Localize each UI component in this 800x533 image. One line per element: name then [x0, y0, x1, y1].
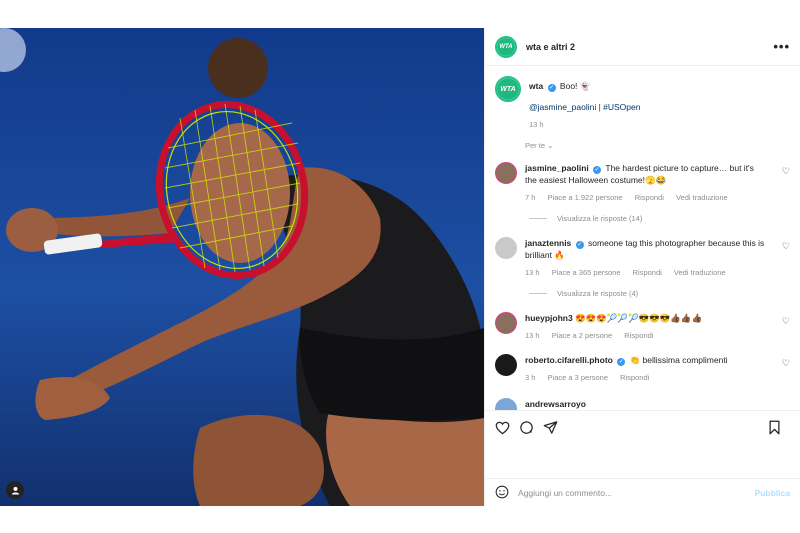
comment-meta: 7 h Piace a 1.922 persone Rispondi Vedi … — [525, 192, 765, 204]
comment-time: 7 h — [525, 193, 536, 202]
add-comment-bar: Pubblica — [485, 478, 800, 506]
comment-likes[interactable]: Piace a 3 persone — [548, 373, 608, 382]
wta-logo-icon: WTA — [497, 78, 519, 100]
comment-meta: 13 h Piace a 2 persone Rispondi — [525, 330, 765, 342]
comment-avatar[interactable] — [495, 398, 517, 410]
comment-username[interactable]: janaztennis — [525, 238, 571, 248]
bookmark-icon[interactable] — [768, 420, 781, 435]
caption-tags[interactable]: @jasmine_paolini | #USOpen — [529, 102, 640, 112]
share-icon[interactable] — [543, 420, 558, 435]
comment-item: hueypjohn3 😍😍😍🎾🎾🎾😎😎😎👍🏾👍🏾👍🏾 13 h Piace a … — [495, 312, 790, 342]
post-actions — [485, 410, 800, 444]
tennis-player-photo — [0, 28, 484, 506]
comment-text: 👏 bellissima complimenti — [629, 355, 728, 365]
comment-input[interactable] — [518, 487, 755, 498]
caption-time: 13 h — [529, 120, 544, 129]
wta-logo-icon: WTA — [497, 37, 515, 56]
caption-username[interactable]: wta — [529, 81, 543, 91]
likes-area — [485, 444, 800, 478]
comment-avatar[interactable] — [495, 237, 517, 259]
post-header: WTA wta e altri 2 ••• — [485, 28, 800, 66]
comment-time: 13 h — [525, 268, 540, 277]
post-modal: WTA wta e altri 2 ••• WTA wta ✓ Boo! 👻 @… — [0, 28, 800, 506]
comment-username[interactable]: roberto.cifarelli.photo — [525, 355, 613, 365]
comment-item: roberto.cifarelli.photo ✓ 👏 bellissima c… — [495, 354, 790, 384]
comment-time: 3 h — [525, 373, 536, 382]
publish-button[interactable]: Pubblica — [755, 488, 790, 498]
comment-icon[interactable] — [519, 420, 534, 435]
verified-badge-icon: ✓ — [575, 241, 584, 249]
comment-text: 😍😍😍🎾🎾🎾😎😎😎👍🏾👍🏾👍🏾 — [575, 313, 703, 323]
comments-section[interactable]: WTA wta ✓ Boo! 👻 @jasmine_paolini | #USO… — [485, 66, 800, 410]
translate-button[interactable]: Vedi traduzione — [676, 193, 728, 202]
reply-button[interactable]: Rispondi — [620, 373, 649, 382]
comment-item: andrewsarroyo — [495, 398, 790, 410]
post-image[interactable] — [0, 28, 484, 506]
comment-avatar[interactable] — [495, 354, 517, 376]
comment-likes[interactable]: Piace a 1.922 persone — [548, 193, 623, 202]
comment-username[interactable]: hueypjohn3 — [525, 313, 573, 323]
comment-like-heart-icon[interactable]: ♡ — [782, 241, 790, 252]
heart-icon[interactable] — [495, 421, 510, 435]
comment-like-heart-icon[interactable]: ♡ — [782, 166, 790, 177]
post-sidebar: WTA wta e altri 2 ••• WTA wta ✓ Boo! 👻 @… — [484, 28, 800, 506]
comment-avatar[interactable] — [495, 162, 517, 184]
translate-button[interactable]: Vedi traduzione — [674, 268, 726, 277]
wta-avatar[interactable]: WTA — [495, 35, 517, 58]
reply-button[interactable]: Rispondi — [624, 331, 653, 340]
comment-item: jasmine_paolini ✓ The hardest picture to… — [495, 162, 790, 204]
verified-badge-icon: ✓ — [617, 358, 626, 366]
comment-item: janaztennis ✓ someone tag this photograp… — [495, 237, 790, 279]
reply-button[interactable]: Rispondi — [633, 268, 662, 277]
comment-username[interactable]: andrewsarroyo — [525, 399, 586, 409]
comment-time: 13 h — [525, 331, 540, 340]
emoji-icon[interactable] — [495, 485, 509, 501]
comment-username[interactable]: jasmine_paolini — [525, 163, 589, 173]
chevron-down-icon: ⌄ — [547, 141, 554, 150]
reply-button[interactable]: Rispondi — [635, 193, 664, 202]
comment-likes[interactable]: Piace a 2 persone — [552, 331, 612, 340]
tagged-user-icon[interactable] — [6, 481, 24, 499]
comment-like-heart-icon[interactable]: ♡ — [782, 358, 790, 369]
view-replies-button[interactable]: Visualizza le risposte (4) — [529, 289, 790, 298]
comment-avatar[interactable] — [495, 312, 517, 334]
caption-body: wta ✓ Boo! 👻 @jasmine_paolini | #USOpen … — [529, 76, 640, 129]
caption-text: Boo! 👻 — [559, 81, 591, 91]
comment-meta: 13 h Piace a 365 persone Rispondi Vedi t… — [525, 267, 765, 279]
comment-meta: 3 h Piace a 3 persone Rispondi — [525, 372, 765, 384]
for-you-dropdown[interactable]: Per te ⌄ — [525, 141, 790, 150]
verified-badge-icon: ✓ — [547, 84, 556, 92]
verified-badge-icon: ✓ — [593, 166, 602, 174]
view-replies-button[interactable]: Visualizza le risposte (14) — [529, 214, 790, 223]
post-caption: WTA wta ✓ Boo! 👻 @jasmine_paolini | #USO… — [495, 76, 790, 129]
caption-avatar[interactable]: WTA — [495, 76, 521, 102]
comment-likes[interactable]: Piace a 365 persone — [552, 268, 621, 277]
comment-like-heart-icon[interactable]: ♡ — [782, 316, 790, 327]
post-author-title[interactable]: wta e altri 2 — [526, 42, 575, 52]
more-horizontal-icon[interactable]: ••• — [773, 39, 790, 54]
